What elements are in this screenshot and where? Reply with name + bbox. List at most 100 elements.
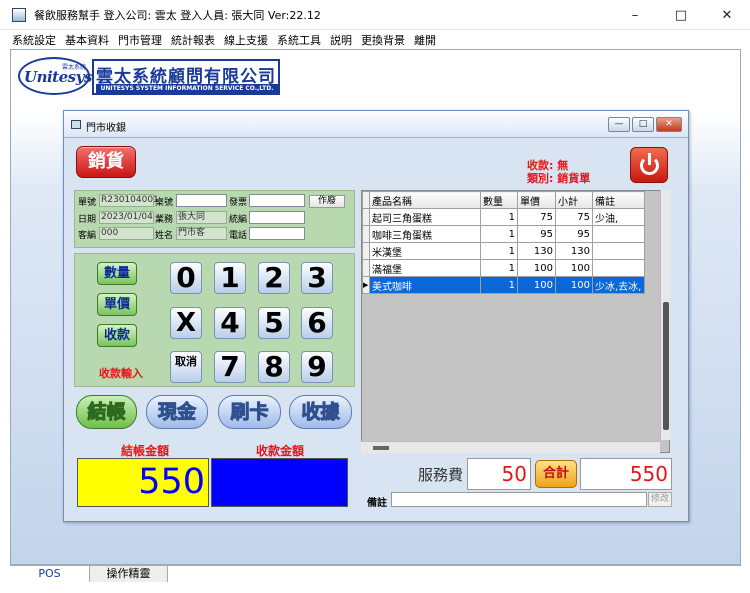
cell-subtotal: 95 bbox=[555, 225, 593, 243]
order-status: 收款: 無 類別: 銷貨單 bbox=[527, 159, 590, 185]
quantity-button[interactable]: 數量 bbox=[97, 262, 137, 285]
name-value: 門市客 bbox=[176, 227, 227, 240]
cell-qty: 1 bbox=[480, 242, 518, 260]
date-label: 日期 bbox=[78, 215, 97, 225]
table-row[interactable]: 咖啡三角蛋糕 1 95 95 bbox=[362, 225, 645, 243]
cell-subtotal: 130 bbox=[555, 242, 593, 260]
menu-item-system-settings[interactable]: 系統設定 bbox=[12, 32, 56, 48]
cash-button[interactable]: 現金 bbox=[146, 395, 208, 429]
cancel-key[interactable]: 取消 bbox=[170, 351, 202, 383]
total-button[interactable]: 合計 bbox=[535, 460, 577, 488]
category-status: 類別: 銷貨單 bbox=[527, 172, 591, 185]
table-label: 桌號 bbox=[155, 198, 174, 208]
taxid-label: 統編 bbox=[229, 215, 248, 225]
void-button[interactable]: 作廢 bbox=[309, 195, 345, 208]
service-fee-value[interactable]: 50 bbox=[467, 458, 531, 490]
menu-bar: 系統設定 基本資料 門市管理 統計報表 線上支援 系統工具 説明 更換背景 離開 bbox=[0, 30, 750, 49]
grid-header-row: 產品名稱 數量 單價 小計 備註 bbox=[362, 191, 645, 209]
cell-product-name: 滿福堡 bbox=[369, 259, 481, 277]
cell-product-name: 起司三角蛋糕 bbox=[369, 208, 481, 226]
cell-product-name: 咖啡三角蛋糕 bbox=[369, 225, 481, 243]
menu-item-exit[interactable]: 離開 bbox=[414, 32, 436, 48]
dialog-title-bar[interactable]: 門市收銀 — □ ✕ bbox=[64, 111, 688, 138]
key-5[interactable]: 5 bbox=[258, 307, 290, 339]
invoice-input[interactable] bbox=[249, 194, 305, 207]
key-8[interactable]: 8 bbox=[258, 351, 290, 383]
menu-item-online-support[interactable]: 線上支援 bbox=[224, 32, 268, 48]
key-4[interactable]: 4 bbox=[214, 307, 246, 339]
received-amount-label: 收款金額 bbox=[256, 444, 305, 458]
cell-price: 100 bbox=[517, 276, 556, 294]
dialog-icon bbox=[71, 120, 81, 129]
taxid-input[interactable] bbox=[249, 211, 305, 224]
table-row[interactable]: 米漢堡 1 130 130 bbox=[362, 242, 645, 260]
received-amount[interactable] bbox=[211, 458, 348, 507]
card-button[interactable]: 刷卡 bbox=[218, 395, 281, 429]
row-indicator-icon: ▶ bbox=[362, 276, 370, 294]
cell-product-name: 美式咖啡 bbox=[369, 276, 481, 294]
key-1[interactable]: 1 bbox=[214, 262, 246, 294]
receipt-button[interactable]: 收據 bbox=[289, 395, 352, 429]
note-input[interactable] bbox=[391, 492, 647, 507]
menu-item-system-tools[interactable]: 系統工具 bbox=[277, 32, 321, 48]
cell-price: 130 bbox=[517, 242, 556, 260]
phone-label: 電話 bbox=[229, 231, 248, 241]
power-button[interactable] bbox=[630, 147, 668, 183]
cell-qty: 1 bbox=[480, 225, 518, 243]
table-row[interactable]: 起司三角蛋糕 1 75 75 少油, bbox=[362, 208, 645, 226]
checkout-button[interactable]: 結帳 bbox=[76, 395, 137, 429]
window-controls: – □ ✕ bbox=[612, 0, 750, 30]
key-2[interactable]: 2 bbox=[258, 262, 290, 294]
minimize-button[interactable]: – bbox=[612, 0, 658, 30]
unit-price-button[interactable]: 單價 bbox=[97, 293, 137, 316]
company-name-block: 雲太系統顧問有限公司 UNITESYS SYSTEM INFORMATION S… bbox=[92, 59, 280, 95]
note-label: 備註 bbox=[367, 498, 387, 509]
dialog-close-button[interactable]: ✕ bbox=[656, 117, 682, 132]
staff-value: 張大同 bbox=[176, 211, 227, 224]
key-9[interactable]: 9 bbox=[301, 351, 333, 383]
status-wizard[interactable]: 操作精靈 bbox=[90, 566, 168, 582]
app-icon bbox=[12, 7, 26, 22]
header-price[interactable]: 單價 bbox=[517, 191, 556, 209]
table-input[interactable] bbox=[176, 194, 227, 207]
dialog-maximize-button[interactable]: □ bbox=[632, 117, 654, 132]
table-row[interactable]: 滿福堡 1 100 100 bbox=[362, 259, 645, 277]
sale-button[interactable]: 銷貨 bbox=[76, 146, 136, 178]
key-6[interactable]: 6 bbox=[301, 307, 333, 339]
order-no-value: R230104001 bbox=[99, 194, 159, 207]
key-7[interactable]: 7 bbox=[214, 351, 246, 383]
collect-button[interactable]: 收款 bbox=[97, 324, 137, 347]
key-3[interactable]: 3 bbox=[301, 262, 333, 294]
key-multiply[interactable]: X bbox=[170, 307, 202, 339]
status-pos[interactable]: POS bbox=[10, 566, 90, 582]
maximize-button[interactable]: □ bbox=[658, 0, 704, 30]
menu-item-basic-data[interactable]: 基本資料 bbox=[65, 32, 109, 48]
header-product-name[interactable]: 產品名稱 bbox=[369, 191, 481, 209]
header-note[interactable]: 備註 bbox=[592, 191, 645, 209]
grid-vertical-scrollbar[interactable] bbox=[660, 190, 670, 440]
key-0[interactable]: 0 bbox=[170, 262, 202, 294]
menu-item-help[interactable]: 説明 bbox=[330, 32, 352, 48]
menu-item-reports[interactable]: 統計報表 bbox=[171, 32, 215, 48]
customer-no-label: 客編 bbox=[78, 231, 97, 241]
header-subtotal[interactable]: 小計 bbox=[555, 191, 593, 209]
cell-note bbox=[592, 225, 645, 243]
header-qty[interactable]: 數量 bbox=[480, 191, 518, 209]
window-title: 餐飲服務幫手 登入公司: 雲太 登入人員: 張大同 Ver:22.12 bbox=[34, 8, 321, 22]
menu-item-change-background[interactable]: 更換背景 bbox=[361, 32, 405, 48]
cell-subtotal: 100 bbox=[555, 276, 593, 294]
phone-input[interactable] bbox=[249, 227, 305, 240]
menu-item-store-management[interactable]: 門市管理 bbox=[118, 32, 162, 48]
grid-horizontal-scrollbar[interactable] bbox=[361, 441, 660, 453]
date-value: 2023/01/04 bbox=[99, 211, 154, 224]
dialog-minimize-button[interactable]: — bbox=[608, 117, 630, 132]
staff-label: 業務 bbox=[155, 215, 174, 225]
cell-subtotal: 75 bbox=[555, 208, 593, 226]
table-row-selected[interactable]: ▶ 美式咖啡 1 100 100 少冰,去冰, bbox=[362, 276, 645, 294]
cell-price: 75 bbox=[517, 208, 556, 226]
cell-price: 100 bbox=[517, 259, 556, 277]
close-button[interactable]: ✕ bbox=[704, 0, 750, 30]
dialog-controls: — □ ✕ bbox=[608, 117, 682, 132]
note-edit-button[interactable]: 修改 bbox=[648, 492, 672, 507]
invoice-label: 發票 bbox=[229, 198, 248, 208]
